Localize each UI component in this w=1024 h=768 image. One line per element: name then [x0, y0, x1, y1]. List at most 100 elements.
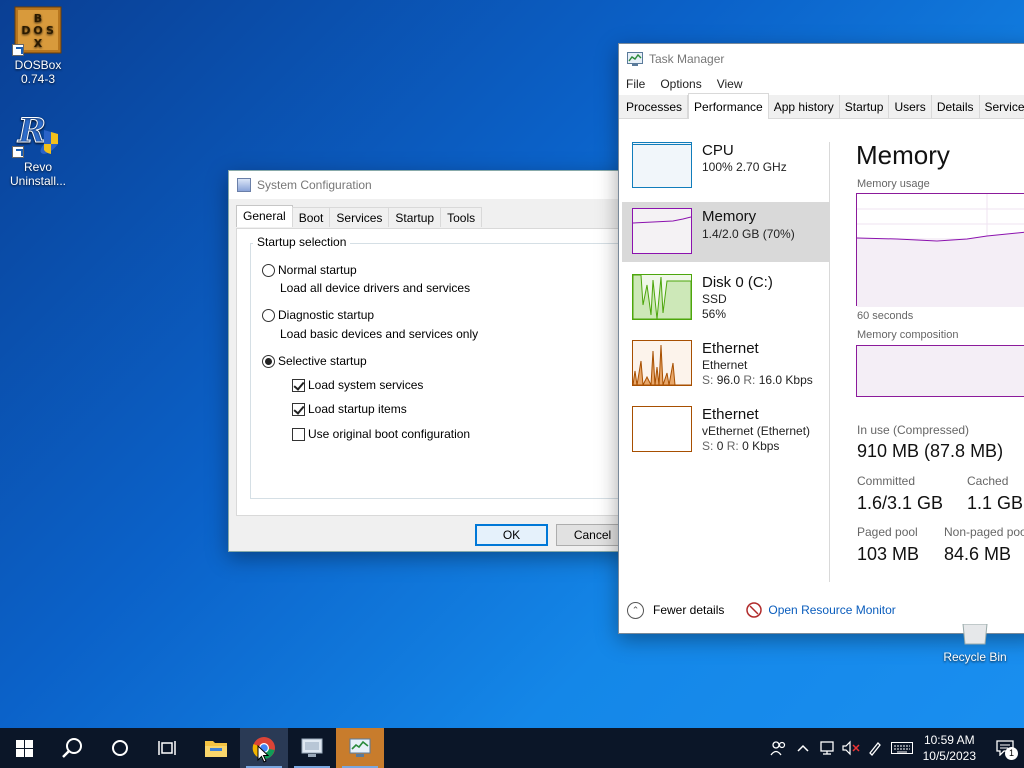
tab-boot[interactable]: Boot — [291, 207, 331, 227]
task-manager-taskbar-button[interactable] — [336, 728, 384, 768]
action-center-button[interactable]: 1 — [986, 728, 1024, 768]
perf-item-cpu[interactable]: CPU 100% 2.70 GHz — [622, 136, 829, 202]
tab-users[interactable]: Users — [889, 95, 932, 119]
memory-composition-bar — [856, 345, 1024, 397]
perf-item-subtitle: Ethernet — [702, 358, 748, 372]
taskbar-clock[interactable]: 10:59 AM 10/5/2023 — [923, 732, 976, 764]
search-button[interactable] — [48, 728, 96, 768]
system-configuration-window[interactable]: System Configuration General Boot Servic… — [228, 170, 629, 552]
tab-processes[interactable]: Processes — [621, 95, 689, 119]
perf-item-title: Ethernet — [702, 340, 759, 357]
shortcut-arrow-icon — [12, 44, 24, 56]
show-hidden-icons-chevron-icon[interactable] — [791, 728, 815, 768]
diagnostic-startup-desc: Load basic devices and services only — [280, 327, 479, 341]
chevron-up-icon: ⌃ — [627, 601, 644, 619]
disk-thumbnail-graph — [632, 274, 692, 320]
svg-text:X: X — [34, 37, 43, 50]
desktop-icon-revo[interactable]: R Revo Uninstall... — [0, 108, 76, 189]
svg-text:O: O — [33, 24, 42, 37]
performance-sidebar: CPU 100% 2.70 GHz Memory 1.4/2.0 GB (70%… — [622, 136, 829, 466]
cached-value: 1.1 GB — [967, 493, 1024, 513]
tab-general[interactable]: General — [236, 205, 293, 227]
normal-startup-radio[interactable]: Normal startup — [262, 263, 357, 277]
taskbar: 10:59 AM 10/5/2023 1 — [0, 728, 1024, 768]
recycle-bin-icon — [962, 624, 988, 645]
selective-startup-radio[interactable]: Selective startup — [262, 354, 367, 368]
perf-item-ethernet-2[interactable]: Ethernet vEthernet (Ethernet) S: 0 R: 0 … — [622, 400, 829, 466]
paged-pool-label: Paged pool — [857, 525, 918, 539]
tab-startup[interactable]: Startup — [388, 207, 442, 227]
task-view-button[interactable] — [144, 728, 192, 768]
fewer-details-button[interactable]: ⌃ Fewer details — [627, 601, 725, 619]
network-icon[interactable] — [815, 728, 839, 768]
open-resource-monitor-link[interactable]: Open Resource Monitor — [746, 602, 896, 618]
in-use-label: In use (Compressed) — [857, 423, 970, 437]
resource-monitor-icon — [746, 602, 763, 618]
load-system-services-checkbox[interactable]: Load system services — [292, 378, 423, 392]
taskmgr-titlebar[interactable]: Task Manager — [619, 44, 1024, 73]
fewer-details-label: Fewer details — [653, 603, 725, 617]
perf-item-title: Disk 0 (C:) — [702, 274, 773, 291]
tab-services[interactable]: Services — [980, 95, 1024, 119]
perf-item-subtitle: 100% 2.70 GHz — [702, 160, 787, 174]
keyboard-icon[interactable] — [887, 728, 917, 768]
start-button[interactable] — [0, 728, 48, 768]
diagnostic-startup-radio[interactable]: Diagnostic startup — [262, 308, 374, 322]
cortana-button[interactable] — [96, 728, 144, 768]
system-config-taskbar-button[interactable] — [288, 728, 336, 768]
taskmgr-tabs: Processes Performance App history Startu… — [619, 93, 1024, 119]
svg-text:R: R — [17, 111, 46, 151]
in-use-value: 910 MB (87.8 MB) — [857, 441, 1004, 461]
perf-item-disk[interactable]: Disk 0 (C:) SSD 56% — [622, 268, 829, 334]
checkbox-checked[interactable] — [292, 402, 305, 416]
msconfig-app-icon — [237, 178, 251, 192]
cortana-icon — [112, 740, 128, 756]
memory-usage-label: Memory usage — [857, 178, 930, 190]
msconfig-titlebar[interactable]: System Configuration — [229, 171, 627, 199]
radio-button-selected[interactable] — [262, 354, 275, 368]
perf-item-ethernet-1[interactable]: Ethernet Ethernet S: 96.0 R: 16.0 Kbps — [622, 334, 829, 400]
ok-button[interactable]: OK — [475, 524, 548, 546]
menu-options[interactable]: Options — [660, 77, 701, 91]
perf-item-title: Ethernet — [702, 406, 759, 423]
receive-label: R: — [726, 439, 739, 453]
tab-app-history[interactable]: App history — [769, 95, 840, 119]
menu-view[interactable]: View — [717, 77, 743, 91]
tab-tools[interactable]: Tools — [440, 207, 483, 227]
tab-performance[interactable]: Performance — [688, 93, 769, 119]
use-original-boot-config-checkbox[interactable]: Use original boot configuration — [292, 427, 470, 441]
non-paged-pool-value: 84.6 MB — [944, 544, 1012, 564]
radio-button[interactable] — [262, 263, 275, 277]
ethernet-thumbnail-graph — [632, 406, 692, 452]
file-explorer-button[interactable] — [192, 728, 240, 768]
load-startup-items-checkbox[interactable]: Load startup items — [292, 402, 407, 416]
clock-date: 10/5/2023 — [922, 749, 976, 763]
non-paged-pool-label: Non-paged poo — [944, 525, 1024, 539]
perf-item-memory[interactable]: Memory 1.4/2.0 GB (70%) — [622, 202, 829, 262]
tab-startup[interactable]: Startup — [840, 95, 890, 119]
radio-label: Normal startup — [278, 263, 357, 277]
perf-item-subtitle: 56% — [702, 307, 727, 321]
menu-file[interactable]: File — [626, 77, 645, 91]
volume-muted-icon[interactable] — [839, 728, 863, 768]
task-manager-window[interactable]: Task Manager File Options View Processes… — [618, 43, 1024, 634]
dosbox-icon: B D O S X — [12, 6, 62, 56]
desktop-icon-recycle-bin[interactable]: Recycle Bin — [940, 624, 1010, 664]
receive-value: 0 Kbps — [742, 439, 780, 453]
search-icon — [62, 738, 82, 758]
people-icon[interactable] — [767, 728, 791, 768]
perf-item-throughput: S: 96.0 R: 16.0 Kbps — [702, 373, 813, 387]
desktop-icon-dosbox[interactable]: B D O S X DOSBox 0.74-3 — [0, 6, 76, 86]
tab-details[interactable]: Details — [932, 95, 980, 119]
paged-pool-value: 103 MB — [857, 544, 920, 564]
pen-workspace-icon[interactable] — [863, 728, 887, 768]
send-value: 96.0 — [716, 373, 741, 387]
send-label: S: — [702, 439, 714, 453]
committed-label: Committed — [857, 474, 916, 488]
checkbox-unchecked[interactable] — [292, 427, 305, 441]
tab-services[interactable]: Services — [329, 207, 390, 227]
checkbox-label: Load system services — [308, 378, 424, 392]
radio-button[interactable] — [262, 308, 275, 322]
checkbox-checked[interactable] — [292, 378, 305, 392]
shortcut-arrow-icon — [12, 146, 24, 158]
